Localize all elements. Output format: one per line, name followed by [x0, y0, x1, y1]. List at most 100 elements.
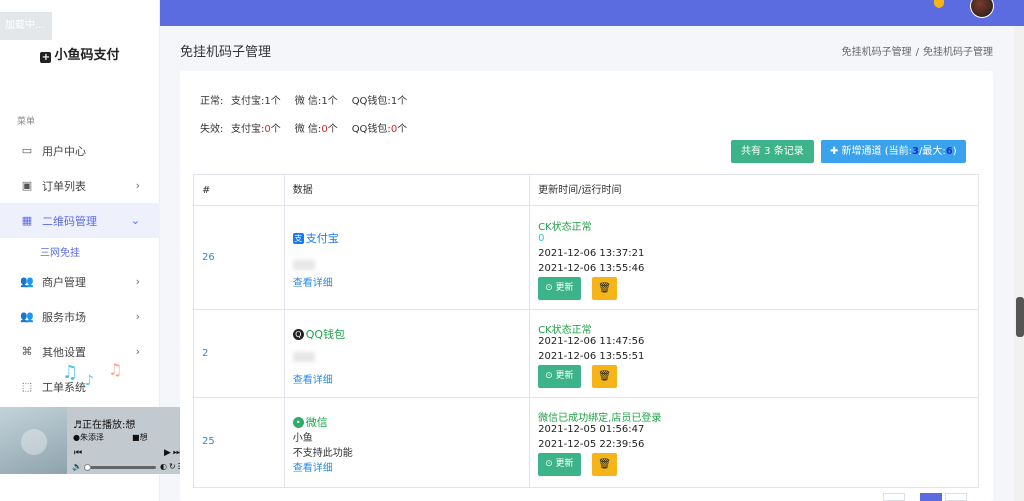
- run-time: 2021-12-06 13:55:51: [538, 351, 645, 362]
- sidebar-item-settings[interactable]: ⌘ 其他设置 ›: [0, 334, 160, 369]
- column-header-id: #: [194, 175, 285, 205]
- qrcode-icon: ▦: [21, 214, 33, 227]
- music-player: ♬正在播放:想 ●朱添泽 ■想 ⏮ ▶⏭ 🔊 ◐↻☰: [0, 407, 200, 474]
- view-detail-link[interactable]: 查看详细: [293, 459, 333, 474]
- page-prev[interactable]: [883, 493, 905, 501]
- sidebar-item-label: 商户管理: [42, 275, 86, 289]
- breadcrumb-item[interactable]: 免挂机码子管理: [842, 47, 912, 58]
- page-current[interactable]: [920, 493, 942, 501]
- update-button[interactable]: ⊙ 更新: [538, 453, 581, 476]
- stat-wechat: 微 信:1个: [294, 96, 338, 107]
- updated-time: 2021-12-06 11:47:56: [538, 336, 645, 347]
- music-note-icon: ♫: [62, 362, 79, 383]
- sidebar-item-orders[interactable]: ▣ 订单列表 ›: [0, 168, 160, 203]
- row-id-link[interactable]: 2: [202, 348, 208, 359]
- brand-logo[interactable]: + 小鱼码支付: [0, 44, 160, 63]
- player-artist: ●朱添泽: [73, 433, 104, 442]
- add-channel-button[interactable]: ✚ 新增通道 (当前:3/最大:6): [821, 140, 966, 163]
- qq-icon: Q: [292, 328, 304, 340]
- channel-owner: 小鱼: [292, 433, 313, 444]
- sidebar-item-label: 服务市场: [42, 310, 86, 324]
- status-text: CK状态正常: [538, 325, 592, 336]
- monitor-icon: ▭: [21, 144, 33, 157]
- breadcrumb-separator: /: [915, 47, 919, 58]
- seek-bar[interactable]: [84, 464, 156, 471]
- player-album: ■想: [132, 433, 148, 442]
- sidebar-item-label: 订单列表: [42, 179, 86, 193]
- trash-icon: 🗑: [598, 459, 611, 470]
- main-card: 正常: 支付宝:1个 微 信:1个 QQ钱包:1个 失效: 支付宝:0个 微 信…: [180, 71, 993, 501]
- trash-icon: 🗑: [598, 371, 611, 382]
- trash-icon: 🗑: [598, 283, 611, 294]
- sidebar-item-merchants[interactable]: 👥 商户管理 ›: [0, 264, 160, 299]
- row-id-link[interactable]: 26: [202, 252, 215, 263]
- updated-time: 2021-12-05 01:56:47: [538, 424, 645, 435]
- ticket-icon: ⬚: [21, 380, 33, 393]
- sidebar-item-tickets[interactable]: ⬚ 工单系统: [0, 369, 160, 404]
- seek-handle[interactable]: [84, 464, 91, 471]
- page-scrollbar[interactable]: [1014, 26, 1024, 501]
- sidebar-menu: ▭ 用户中心 ▣ 订单列表 › ▦ 二维码管理 ⌄ 三网免挂 👥 商户管理 › …: [0, 133, 160, 404]
- page-next[interactable]: [945, 493, 967, 501]
- volume-icon[interactable]: 🔊: [72, 462, 82, 471]
- pagination: [883, 493, 983, 501]
- plus-square-icon: +: [40, 52, 52, 63]
- table-header: # 数据 更新时间/运行时间: [194, 175, 978, 206]
- table-row: 26 支支付宝 查看详细 CK状态正常 0 2021-12-06 13:37:2…: [194, 206, 978, 310]
- sidebar-subitem-free[interactable]: 三网免挂: [0, 238, 160, 264]
- delete-button[interactable]: 🗑: [592, 453, 618, 476]
- sidebar-item-qrcode[interactable]: ▦ 二维码管理 ⌄: [0, 203, 160, 238]
- top-navbar: [160, 0, 1024, 26]
- updated-time: 2021-12-06 13:37:21: [538, 248, 645, 259]
- music-note-icon: ♫: [108, 360, 123, 379]
- channel-table: # 数据 更新时间/运行时间 26 支支付宝 查看详细 CK状态正常 0 202…: [193, 174, 979, 488]
- breadcrumb: 免挂机码子管理 / 免挂机码子管理: [842, 43, 993, 58]
- stat-alipay: 支付宝:1个: [231, 96, 281, 107]
- run-counter: 0: [538, 233, 545, 244]
- users-icon: 👥: [20, 275, 34, 288]
- sidebar-item-label: 用户中心: [42, 144, 86, 158]
- player-prev-button[interactable]: ⏮: [74, 448, 84, 458]
- sidebar-item-market[interactable]: 👥 服务市场 ›: [0, 299, 160, 334]
- scrollbar-thumb[interactable]: [1016, 297, 1024, 337]
- breadcrumb-item-current: 免挂机码子管理: [923, 47, 993, 58]
- music-note-icon: ♬: [73, 420, 82, 431]
- channel-name: 支支付宝: [292, 232, 339, 245]
- channel-name: • 微信: [292, 414, 328, 430]
- stat-wechat: 微 信:0个: [294, 124, 338, 135]
- column-header-time: 更新时间/运行时间: [538, 185, 622, 196]
- view-detail-link[interactable]: 查看详细: [293, 371, 333, 386]
- delete-button[interactable]: 🗑: [592, 365, 618, 388]
- channel-note: 不支持此功能: [292, 448, 353, 459]
- music-note-icon: ♪: [85, 373, 94, 389]
- update-button[interactable]: ⊙ 更新: [538, 277, 581, 300]
- disc-icon: [21, 429, 47, 455]
- bell-icon[interactable]: [934, 0, 944, 8]
- status-text: CK状态正常: [538, 222, 592, 233]
- sidebar-item-label: 二维码管理: [42, 214, 97, 228]
- chevron-right-icon: ›: [135, 275, 140, 288]
- now-playing: ♬正在播放:想: [73, 420, 136, 431]
- view-detail-link[interactable]: 查看详细: [293, 274, 333, 289]
- record-count-button[interactable]: 共有 3 条记录: [731, 140, 814, 163]
- alipay-icon: 支: [292, 232, 304, 244]
- blurred-text: [292, 260, 315, 270]
- chevron-right-icon: ›: [135, 179, 140, 192]
- wechat-icon: •: [292, 416, 304, 428]
- loading-badge: 加载中...: [0, 12, 52, 40]
- update-button[interactable]: ⊙ 更新: [538, 365, 581, 388]
- chevron-right-icon: ›: [135, 345, 140, 358]
- row-id-link[interactable]: 25: [202, 436, 215, 447]
- table-row: 25 • 微信 小鱼 不支持此功能 查看详细 微信已成功绑定,店员已登录 2021…: [194, 398, 978, 488]
- delete-button[interactable]: 🗑: [592, 277, 618, 300]
- user-icon: ●: [73, 433, 80, 442]
- order-icon: ▣: [21, 179, 33, 192]
- avatar[interactable]: [970, 0, 994, 18]
- run-time: 2021-12-05 22:39:56: [538, 439, 645, 450]
- status-text: 微信已成功绑定,店员已登录: [538, 413, 662, 424]
- channel-name: Q QQ钱包: [292, 326, 345, 342]
- stat-qq: QQ钱包:1个: [351, 96, 408, 107]
- sidebar-item-user-center[interactable]: ▭ 用户中心: [0, 133, 160, 168]
- album-cover[interactable]: [0, 407, 67, 474]
- folder-icon: ■: [132, 433, 140, 442]
